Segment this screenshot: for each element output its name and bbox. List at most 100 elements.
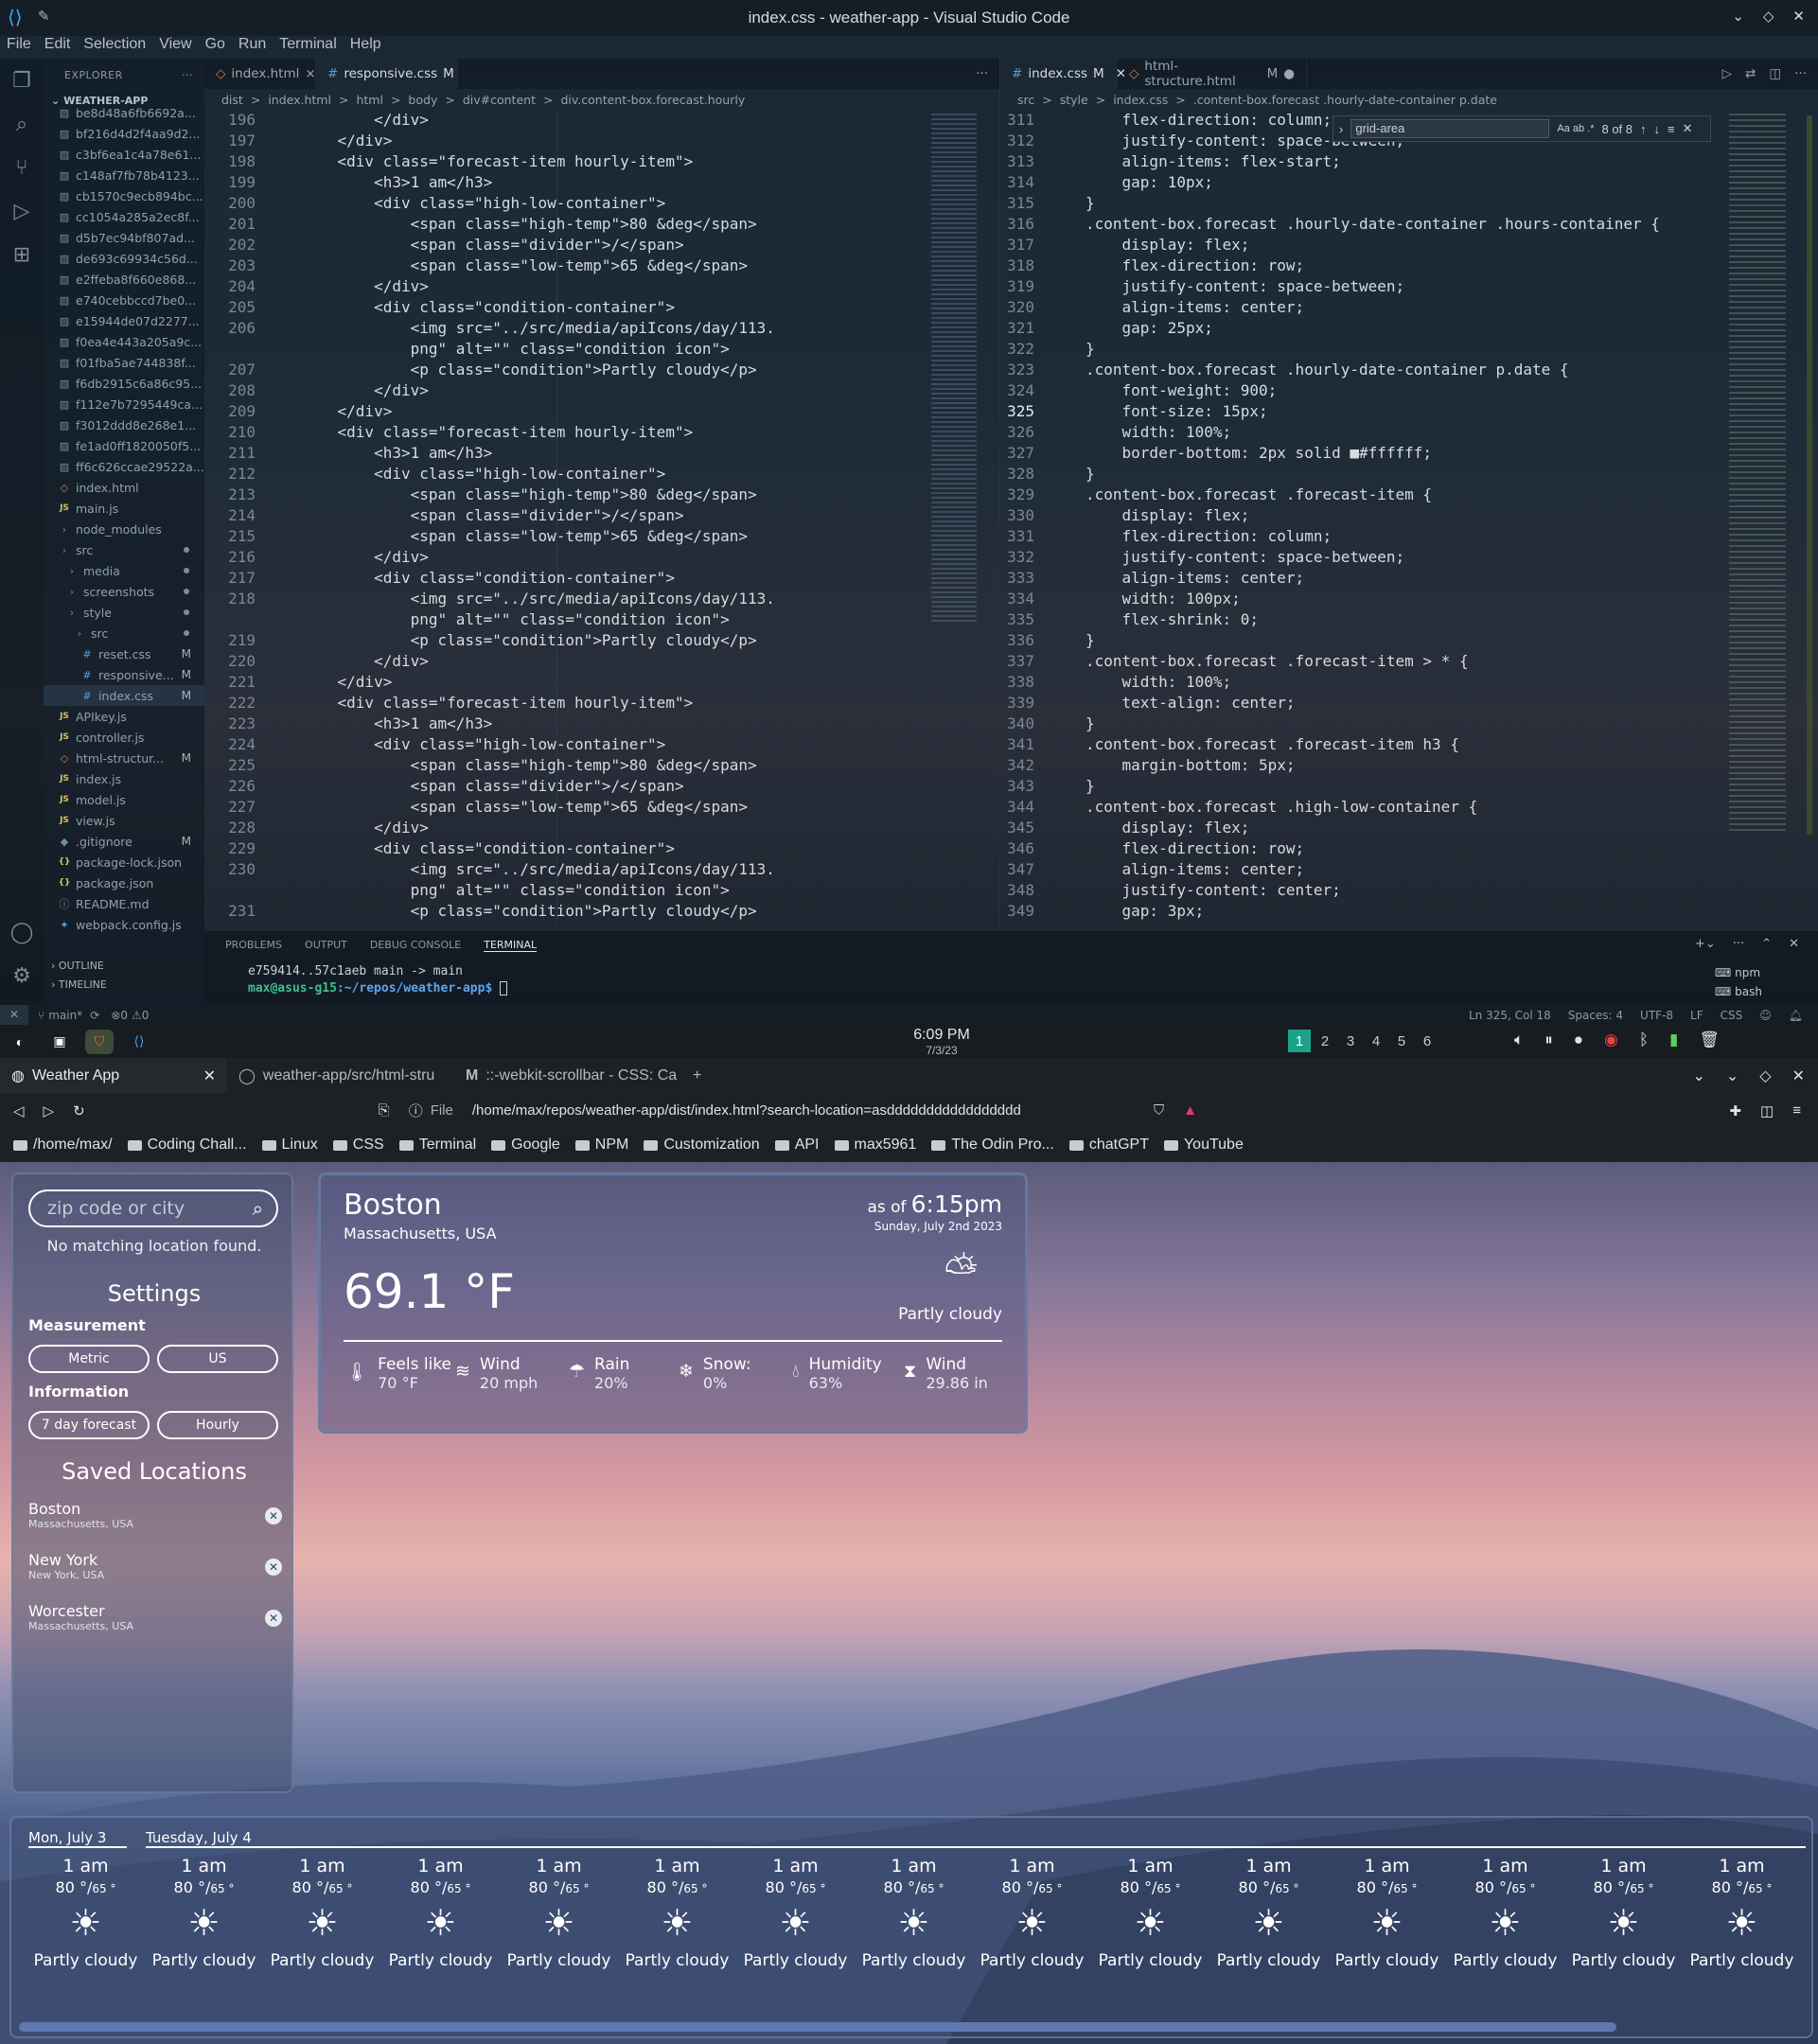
maximize-icon[interactable]: ◇ — [1763, 8, 1774, 25]
more-actions-icon[interactable]: ··· — [1794, 66, 1807, 81]
file-tree-item[interactable]: ⓘ README.md — [44, 893, 204, 914]
file-tree-item[interactable]: JS APIkey.js — [44, 706, 204, 727]
notifications-icon[interactable]: 🔔︎ — [1789, 1009, 1803, 1022]
minimize-browser-icon[interactable]: ⌄ — [1726, 1066, 1739, 1085]
us-button[interactable]: US — [157, 1345, 278, 1373]
file-tree-item[interactable]: JS model.js — [44, 789, 204, 810]
horizontal-scrollbar[interactable] — [19, 2022, 1616, 2032]
breadcrumb-item[interactable]: index.css — [1113, 93, 1168, 107]
media-pause-icon[interactable]: ⏸︎ — [1544, 1031, 1553, 1049]
file-tree-item[interactable]: › screenshots — [44, 581, 204, 602]
breadcrumb-item[interactable]: src — [1017, 93, 1034, 107]
file-tree-item[interactable]: ▨ f112e7b7295449ca... — [44, 394, 204, 414]
file-tree-item[interactable]: › style — [44, 602, 204, 623]
brave-icon[interactable]: ⛉ — [85, 1029, 114, 1054]
outline-section[interactable]: › OUTLINE — [44, 960, 204, 978]
workspace-4[interactable]: 4 — [1365, 1030, 1387, 1052]
panel-more-icon[interactable]: ··· — [1733, 937, 1744, 951]
workspace-6[interactable]: 6 — [1416, 1030, 1439, 1052]
volume-icon[interactable]: 🔈︎ — [1514, 1031, 1524, 1049]
file-tree-item[interactable]: JS main.js — [44, 498, 204, 519]
breadcrumb-item[interactable]: body — [408, 93, 437, 107]
bluetooth-icon[interactable]: ᛒ — [1639, 1031, 1649, 1049]
feedback-icon[interactable]: ☺ — [1759, 1009, 1772, 1022]
file-tree-item[interactable]: › src — [44, 539, 204, 560]
sync-icon[interactable]: ⟳ — [90, 1009, 99, 1022]
close-icon[interactable]: ✕ — [1792, 8, 1805, 25]
rewards-icon[interactable]: ▲ — [1183, 1102, 1197, 1119]
more-icon[interactable]: ··· — [182, 69, 193, 81]
breadcrumb-item[interactable]: style — [1060, 93, 1088, 107]
saved-location-item[interactable]: Worcester Massachusetts, USA ✕ — [28, 1602, 284, 1632]
run-icon[interactable]: ▷ — [1722, 66, 1732, 81]
remove-location-icon[interactable]: ✕ — [265, 1559, 282, 1576]
tab-mdn[interactable]: M::-webkit-scrollbar - CSS: Ca — [454, 1058, 681, 1093]
menu-file[interactable]: File — [7, 36, 31, 59]
file-tree-item[interactable]: ▨ f3012ddd8e268e1... — [44, 414, 204, 435]
prev-match-icon[interactable]: ↑ — [1640, 122, 1647, 136]
sidebar-toggle-icon[interactable]: ◫ — [1760, 1102, 1774, 1119]
maximize-browser-icon[interactable]: ◇ — [1759, 1066, 1771, 1085]
file-tree-item[interactable]: ▨ fe1ad0ff1820050f5... — [44, 435, 204, 456]
menu-edit[interactable]: Edit — [44, 36, 71, 59]
file-tree-item[interactable]: ▨ d5b7ec94bf807ad... — [44, 227, 204, 248]
bookmark-icon[interactable]: ⎘ — [379, 1102, 390, 1119]
workspace-5[interactable]: 5 — [1390, 1030, 1413, 1052]
minimize-icon[interactable]: ⌄ — [1732, 8, 1744, 25]
close-panel-icon[interactable]: ✕ — [1789, 937, 1799, 951]
file-tree-item[interactable]: ▨ cb1570c9ecb894bc... — [44, 185, 204, 206]
workspace-2[interactable]: 2 — [1314, 1030, 1336, 1052]
battery-icon[interactable]: ▮ — [1669, 1031, 1678, 1049]
source-control-icon[interactable]: ⑂ — [0, 146, 44, 189]
file-tree-item[interactable]: ▨ f0ea4e443a205a9c... — [44, 331, 204, 352]
terminal-npm[interactable]: ⌨ npm — [1715, 963, 1762, 982]
next-match-icon[interactable]: ↓ — [1654, 122, 1661, 136]
file-tree-item[interactable]: {} package-lock.json — [44, 852, 204, 872]
terminal-bash[interactable]: ⌨ bash — [1715, 982, 1762, 1001]
new-terminal-icon[interactable]: +⌄ — [1695, 937, 1716, 951]
file-tree-item[interactable]: ▨ ff6c626ccae29522a... — [44, 456, 204, 477]
file-tree-item[interactable]: ◇ index.html — [44, 477, 204, 498]
file-tree-item[interactable]: # responsive... M — [44, 664, 204, 685]
file-tree-item[interactable]: # index.css M — [44, 685, 204, 706]
find-input[interactable]: grid-area — [1350, 119, 1550, 138]
error-count[interactable]: 0 — [120, 1009, 128, 1022]
file-tree-item[interactable]: ◇ html-structur... M — [44, 748, 204, 768]
url-input[interactable]: /home/max/repos/weather-app/dist/index.h… — [472, 1102, 1097, 1119]
branch-name[interactable]: main* — [48, 1009, 82, 1022]
launcher-icon[interactable]: ◐ — [6, 1030, 34, 1054]
file-tree-item[interactable]: {} package.json — [44, 872, 204, 893]
menu-view[interactable]: View — [159, 36, 191, 59]
terminal-output[interactable]: e759414..57c1aeb main -> main max@asus-g… — [248, 963, 508, 997]
menu-go[interactable]: Go — [205, 36, 225, 59]
tab-weather-app[interactable]: ◍ Weather App ✕ — [0, 1058, 227, 1093]
metric-button[interactable]: Metric — [28, 1345, 150, 1373]
new-tab-button[interactable]: + — [681, 1058, 719, 1093]
file-tree-item[interactable]: ▨ bf216d4d2f4aa9d2... — [44, 123, 204, 144]
remove-location-icon[interactable]: ✕ — [265, 1610, 282, 1627]
menu-icon[interactable]: ≡ — [1792, 1102, 1801, 1119]
language-mode[interactable]: CSS — [1721, 1009, 1743, 1022]
indentation[interactable]: Spaces: 4 — [1568, 1009, 1623, 1022]
bookmark-item[interactable]: Coding Chall... — [127, 1137, 247, 1154]
tab-output[interactable]: OUTPUT — [305, 939, 347, 952]
maximize-panel-icon[interactable]: ⌃ — [1761, 937, 1772, 951]
brave-shield-icon[interactable]: ⛉ — [1154, 1102, 1164, 1119]
editor-more-icon[interactable]: ··· — [964, 59, 999, 89]
split-editor-icon[interactable]: ◫ — [1769, 66, 1781, 81]
record-icon[interactable]: ◉ — [1604, 1031, 1618, 1049]
tab-index-html[interactable]: ◇ index.html × — [204, 59, 316, 89]
saved-location-item[interactable]: Boston Massachusetts, USA ✕ — [28, 1500, 284, 1530]
seven-day-forecast-button[interactable]: 7 day forecast — [28, 1411, 150, 1439]
saved-location-item[interactable]: New York New York, USA ✕ — [28, 1551, 284, 1581]
breadcrumb-item[interactable]: .content-box.forecast .hourly-date-conta… — [1193, 93, 1497, 107]
bookmark-item[interactable]: The Odin Pro... — [931, 1137, 1054, 1154]
bookmark-item[interactable]: API — [774, 1137, 820, 1154]
css-minimap[interactable] — [1729, 114, 1786, 833]
reload-icon[interactable]: ↻ — [73, 1102, 85, 1119]
pin-icon[interactable]: ✎ — [38, 8, 50, 25]
settings-gear-icon[interactable]: ⚙ — [0, 954, 44, 997]
tab-problems[interactable]: PROBLEMS — [225, 939, 282, 952]
cursor-position[interactable]: Ln 325, Col 18 — [1469, 1009, 1551, 1022]
file-tree-item[interactable]: ▨ c3bf6ea1c4a78e61... — [44, 144, 204, 165]
